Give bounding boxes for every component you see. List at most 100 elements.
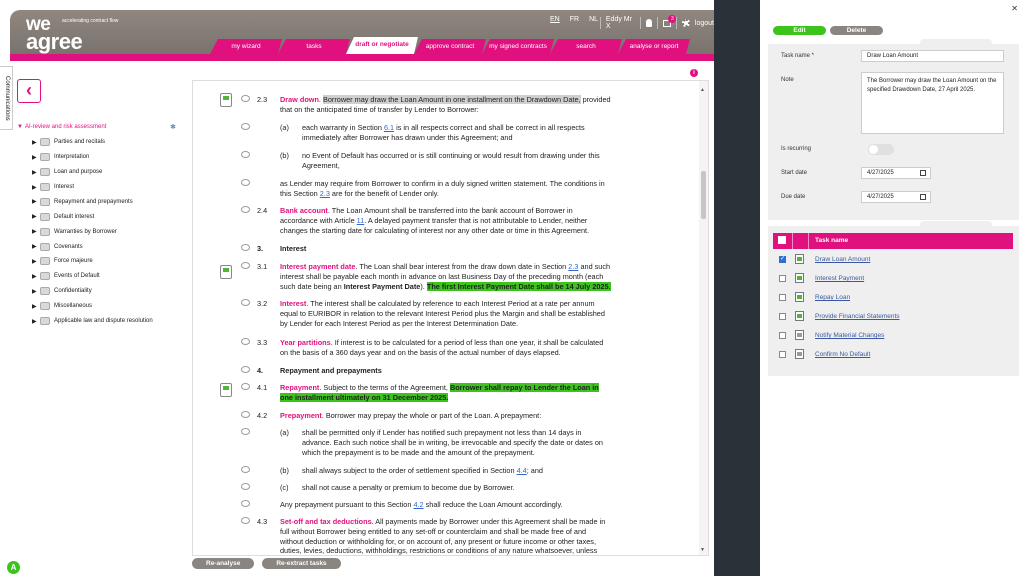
tree-item[interactable]: ▶ Interest (14, 180, 184, 195)
comment-icon[interactable] (241, 123, 250, 130)
task-icon[interactable] (220, 265, 232, 279)
chevron-right-icon[interactable]: ▶ (32, 169, 40, 176)
task-link[interactable]: Draw Loan Amount (815, 256, 870, 263)
task-name-input[interactable]: Draw Loan Amount (861, 50, 1004, 62)
comment-icon[interactable] (241, 95, 250, 102)
reextract-tasks-button[interactable]: Re-extract tasks (262, 558, 341, 569)
tab-tasks[interactable]: tasks (278, 39, 350, 54)
chevron-right-icon[interactable]: ▶ (32, 139, 40, 146)
close-icon[interactable]: ✕ (1011, 4, 1018, 13)
chevron-right-icon[interactable]: ▶ (32, 213, 40, 220)
task-checkbox[interactable] (779, 351, 786, 358)
info-icon[interactable]: i (690, 69, 698, 77)
task-row[interactable]: Interest Payment (773, 270, 1013, 289)
section-link[interactable]: 2.3 (320, 189, 330, 198)
task-row[interactable]: Repay Loan (773, 289, 1013, 308)
logout-link[interactable]: logout (695, 20, 714, 27)
tab-approve-contract[interactable]: approve contract (414, 39, 486, 54)
section-link[interactable]: 6.1 (384, 123, 394, 132)
tree-item[interactable]: ▶ Applicable law and dispute resolution (14, 314, 184, 329)
comment-icon[interactable] (241, 338, 250, 345)
task-row[interactable]: Notify Material Changes (773, 327, 1013, 346)
task-checkbox[interactable] (779, 275, 786, 282)
task-checkbox[interactable] (779, 294, 786, 301)
task-checkbox[interactable] (779, 332, 786, 339)
tree-item[interactable]: ▶ Default interest (14, 209, 184, 224)
scroll-down-icon[interactable]: ▼ (700, 547, 705, 553)
calendar-icon[interactable] (920, 170, 926, 176)
reanalyse-button[interactable]: Re-analyse (192, 558, 255, 569)
comment-icon[interactable] (241, 517, 250, 524)
note-textarea[interactable]: The Borrower may draw the Loan Amount on… (861, 72, 1004, 134)
task-checkbox[interactable] (779, 313, 786, 320)
tree-item[interactable]: ▶ Events of Default (14, 269, 184, 284)
lang-en[interactable]: EN (550, 16, 560, 23)
tab-analyse-or-report[interactable]: analyse or report (618, 39, 690, 54)
section-link[interactable]: 4.4 (517, 466, 527, 475)
task-link[interactable]: Interest Payment (815, 275, 864, 282)
task-link[interactable]: Provide Financial Statements (815, 313, 900, 320)
task-row[interactable]: Provide Financial Statements (773, 308, 1013, 327)
comment-icon[interactable] (241, 366, 250, 373)
chevron-right-icon[interactable]: ▶ (32, 154, 40, 161)
edit-button[interactable]: Edit (773, 26, 826, 35)
scroll-up-icon[interactable]: ▲ (700, 87, 705, 93)
contract-document[interactable]: 2.3 Draw down. Borrower may draw the Loa… (192, 80, 709, 556)
lang-fr[interactable]: FR (570, 16, 579, 23)
tab-search[interactable]: search (550, 39, 622, 54)
start-date-input[interactable]: 4/27/2025 (861, 167, 931, 179)
delete-button[interactable]: Delete (830, 26, 883, 35)
tree-item[interactable]: ▶ Parties and recitals (14, 135, 184, 150)
user-name[interactable]: Eddy Mr X (606, 16, 635, 30)
bell-icon[interactable] (646, 19, 653, 27)
comment-icon[interactable] (241, 179, 250, 186)
tree-item[interactable]: ▶ Force majeure (14, 254, 184, 269)
communications-tab[interactable]: Communications (0, 66, 13, 130)
task-row[interactable]: Confirm No Default (773, 346, 1013, 365)
gear-icon[interactable] (682, 19, 690, 27)
tab-draft-or-negotiate[interactable]: draft or negotiate (346, 37, 418, 54)
chevron-right-icon[interactable]: ▶ (32, 228, 40, 235)
assistant-button[interactable]: A (7, 561, 20, 574)
section-link[interactable]: 4.2 (413, 500, 423, 509)
calendar-icon[interactable] (920, 194, 926, 200)
chevron-down-icon[interactable]: ▼ (17, 124, 25, 130)
chevron-right-icon[interactable]: ▶ (32, 184, 40, 191)
tree-item[interactable]: ▶ Interpretation (14, 150, 184, 165)
chevron-right-icon[interactable]: ▶ (32, 303, 40, 310)
task-icon[interactable] (220, 93, 232, 107)
task-checkbox[interactable] (779, 255, 786, 263)
chevron-right-icon[interactable]: ▶ (32, 318, 40, 325)
task-link[interactable]: Confirm No Default (815, 351, 870, 358)
task-icon[interactable] (220, 383, 232, 397)
scrollbar-thumb[interactable] (701, 171, 706, 219)
tab-my-signed-contracts[interactable]: my signed contracts (482, 39, 554, 54)
task-link[interactable]: Notify Material Changes (815, 332, 884, 339)
comment-icon[interactable] (241, 151, 250, 158)
document-scrollbar[interactable]: ▲ ▼ (699, 81, 708, 555)
recurring-toggle[interactable] (868, 144, 894, 155)
chevron-right-icon[interactable]: ▶ (32, 258, 40, 265)
comment-icon[interactable] (241, 262, 250, 269)
tree-item[interactable]: ▶ Warranties by Borrower (14, 224, 184, 239)
comment-icon[interactable] (241, 206, 250, 213)
comment-icon[interactable] (241, 428, 250, 435)
chevron-right-icon[interactable]: ▶ (32, 243, 40, 250)
tree-item[interactable]: ▶ Confidentiality (14, 284, 184, 299)
chevron-right-icon[interactable]: ▶ (32, 288, 40, 295)
comment-icon[interactable] (241, 244, 250, 251)
section-link[interactable]: 2.3 (568, 262, 578, 271)
comment-icon[interactable] (241, 383, 250, 390)
comment-icon[interactable] (241, 411, 250, 418)
comment-icon[interactable] (241, 500, 250, 507)
comment-icon[interactable] (241, 483, 250, 490)
task-row[interactable]: Draw Loan Amount (773, 251, 1013, 270)
comment-icon[interactable] (241, 299, 250, 306)
chevron-right-icon[interactable]: ▶ (32, 273, 40, 280)
tree-item[interactable]: ▶ Miscellaneous (14, 299, 184, 314)
task-link[interactable]: Repay Loan (815, 294, 850, 301)
tree-root[interactable]: ▼ AI-review and risk assessment ✱ (14, 120, 184, 135)
due-date-input[interactable]: 4/27/2025 (861, 191, 931, 203)
tree-item[interactable]: ▶ Repayment and prepayments (14, 194, 184, 209)
tab-my-wizard[interactable]: my wizard (210, 39, 282, 54)
